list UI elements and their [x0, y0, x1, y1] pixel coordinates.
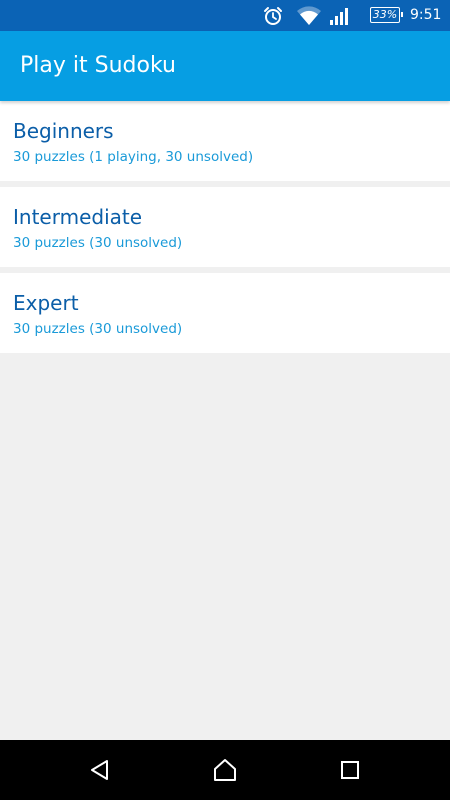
level-title: Intermediate	[13, 205, 143, 229]
app-title: Play it Sudoku	[20, 53, 176, 78]
level-subtitle: 30 puzzles (30 unsolved)	[13, 321, 183, 337]
status-clock: 9:51	[410, 7, 442, 23]
wifi-icon	[296, 0, 322, 31]
level-item-expert[interactable]: Expert 30 puzzles (30 unsolved)	[0, 273, 450, 353]
level-title: Beginners	[13, 119, 114, 143]
level-item-beginners[interactable]: Beginners 30 puzzles (1 playing, 30 unso…	[0, 101, 450, 181]
alarm-icon	[262, 0, 284, 31]
level-subtitle: 30 puzzles (30 unsolved)	[13, 235, 183, 251]
recents-icon[interactable]	[320, 740, 380, 800]
level-list: Beginners 30 puzzles (1 playing, 30 unso…	[0, 101, 450, 353]
battery-icon: 33%	[370, 7, 403, 23]
signal-icon	[328, 0, 350, 31]
home-icon[interactable]	[195, 740, 255, 800]
level-title: Expert	[13, 291, 79, 315]
level-item-intermediate[interactable]: Intermediate 30 puzzles (30 unsolved)	[0, 187, 450, 267]
back-icon[interactable]	[70, 740, 130, 800]
app-bar: Play it Sudoku	[0, 31, 450, 101]
navigation-bar	[0, 740, 450, 800]
status-bar: 33% 9:51	[0, 0, 450, 31]
level-subtitle: 30 puzzles (1 playing, 30 unsolved)	[13, 149, 254, 165]
